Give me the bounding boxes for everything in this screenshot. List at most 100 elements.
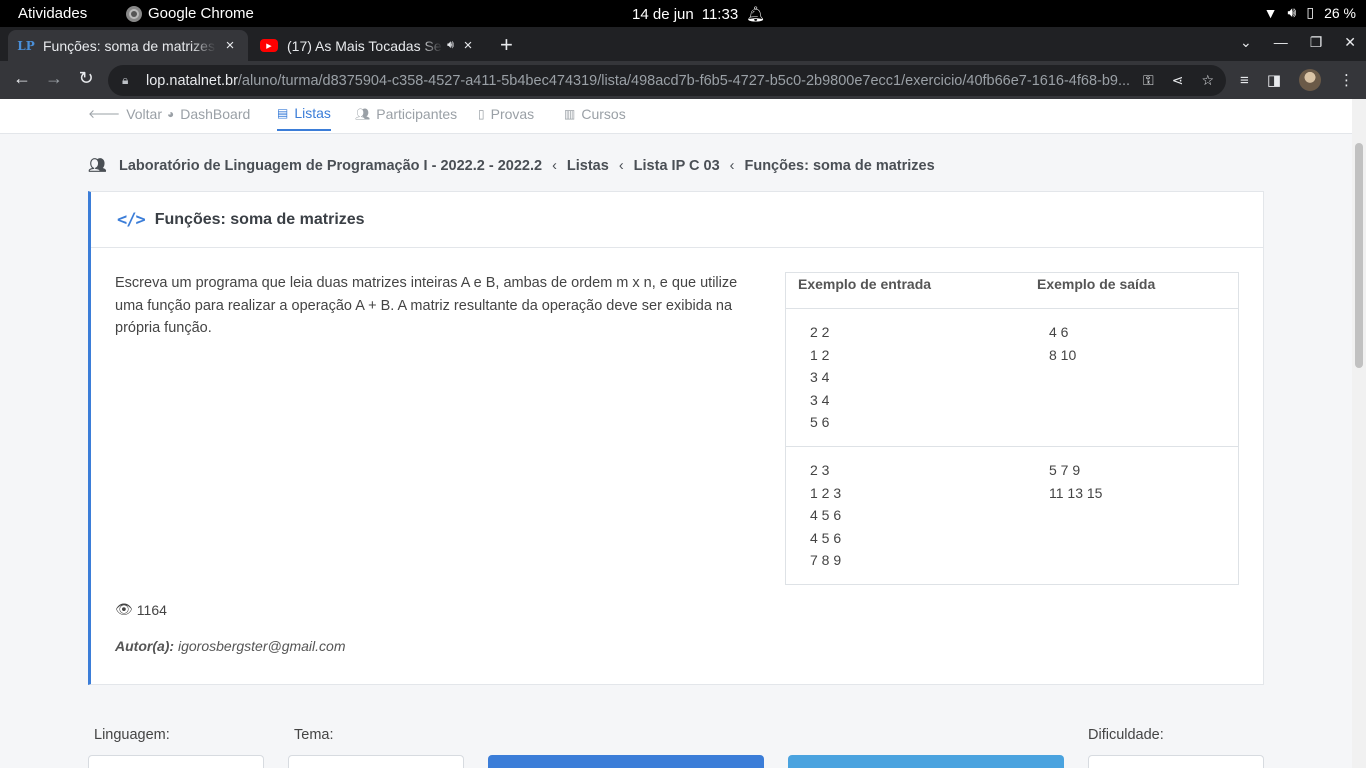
users-icon: 👥︎ — [88, 158, 107, 174]
close-tab-icon[interactable]: × — [222, 37, 238, 54]
subnav-label: Voltar — [126, 105, 162, 122]
date: 14 de jun — [632, 5, 694, 23]
back-icon[interactable]: ← — [10, 68, 34, 89]
view-count-value: 1164 — [136, 601, 167, 618]
battery-icon: ▯ — [1306, 4, 1315, 20]
subnav-cursos[interactable]: ▥ Cursos — [564, 99, 626, 131]
arrow-left-icon: 🡐 — [88, 107, 121, 121]
menu-icon[interactable]: ⋮ — [1339, 71, 1354, 89]
address-bar[interactable]: 🔒︎ lop.natalnet.br/aluno/turma/d8375904-… — [108, 65, 1226, 96]
language-select[interactable] — [88, 755, 264, 768]
lock-icon[interactable]: 🔒︎ — [122, 73, 136, 88]
breadcrumb-course[interactable]: Laboratório de Linguagem de Programação … — [119, 158, 542, 174]
output-line: 8 10 — [1049, 346, 1077, 363]
input-line: 3 4 — [810, 369, 830, 386]
tab-title: Funções: soma de matrizes — [43, 37, 215, 54]
example-row: 2 3 1 2 3 4 5 6 4 5 6 7 8 9 5 7 9 11 13 … — [786, 447, 1238, 584]
chrome-icon — [126, 5, 142, 22]
author-label: Autor(a): — [115, 638, 175, 654]
url-text[interactable]: lop.natalnet.br/aluno/turma/d8375904-c35… — [146, 73, 1143, 89]
new-tab-button[interactable]: + — [500, 32, 520, 58]
url-host: lop.natalnet.br — [146, 72, 238, 89]
subnav-dashboard[interactable]: ◕ DashBoard — [167, 99, 250, 131]
bookmark-star-icon[interactable]: ☆ — [1201, 72, 1214, 89]
tab-search-icon[interactable]: ⌄ — [1240, 34, 1252, 51]
minimize-icon[interactable]: — — [1274, 34, 1288, 51]
activities-button[interactable]: Atividades — [18, 5, 87, 22]
close-window-icon[interactable]: ✕ — [1344, 34, 1356, 51]
system-tray[interactable]: ▼ 🔊︎ ▯ 26 % — [1264, 4, 1356, 21]
tab-youtube[interactable]: ▶ (17) As Mais Tocadas Sertanejo 🔊︎ × — [250, 30, 486, 61]
tab-strip: LP Funções: soma de matrizes × ▶ (17) As… — [0, 27, 1366, 61]
subnav-provas[interactable]: ▯ Provas — [478, 99, 534, 131]
browser-toolbar: ← → ↻ 🔒︎ lop.natalnet.br/aluno/turma/d83… — [0, 61, 1366, 99]
input-line: 3 4 — [810, 391, 830, 408]
breadcrumb-exercise: Funções: soma de matrizes — [744, 157, 935, 174]
system-top-bar: Atividades Google Chrome 14 de jun 11:33… — [0, 0, 1366, 27]
subnav-listas[interactable]: ▤ Listas — [277, 99, 331, 131]
key-icon[interactable]: ⚿ — [1143, 72, 1154, 89]
side-panel-icon[interactable]: ◨ — [1267, 71, 1281, 89]
subnav-label: Cursos — [581, 105, 626, 122]
input-line: 4 5 6 — [810, 529, 842, 546]
youtube-favicon-icon: ▶ — [260, 39, 278, 52]
output-line: 11 13 15 — [1049, 484, 1103, 501]
card-header: </> Funções: soma de matrizes — [91, 192, 1263, 248]
example-input: 2 3 1 2 3 4 5 6 4 5 6 7 8 9 — [786, 459, 1025, 572]
restore-icon[interactable]: ❐ — [1310, 34, 1323, 51]
users-icon: 👥︎ — [355, 106, 371, 121]
breadcrumb: 👥︎ Laboratório de Linguagem de Programaç… — [88, 157, 935, 175]
breadcrumb-listas[interactable]: Listas — [567, 158, 609, 174]
share-icon[interactable]: ⋖ — [1172, 72, 1184, 89]
volume-icon: 🔊︎ — [1287, 4, 1297, 20]
reload-icon[interactable]: ↻ — [74, 68, 98, 89]
output-line: 5 7 9 — [1049, 461, 1081, 478]
profile-avatar[interactable] — [1299, 69, 1321, 91]
pie-chart-icon: ◕ — [167, 106, 175, 121]
battery-percent: 26 % — [1324, 4, 1356, 21]
input-line: 1 2 — [810, 346, 830, 363]
forward-icon[interactable]: → — [42, 68, 66, 89]
input-line: 4 5 6 — [810, 507, 842, 524]
subnav-label: Participantes — [376, 105, 458, 122]
output-header: Exemplo de saída — [1037, 276, 1156, 292]
audio-playing-icon[interactable]: 🔊︎ — [447, 39, 454, 52]
input-line: 2 2 — [810, 324, 830, 340]
subnav-participantes[interactable]: 👥︎ Participantes — [355, 99, 457, 131]
close-tab-icon[interactable]: × — [460, 37, 476, 54]
output-line: 4 6 — [1049, 324, 1069, 340]
language-label: Linguagem: — [94, 727, 170, 743]
secondary-action-button[interactable] — [788, 755, 1064, 768]
breadcrumb-lista[interactable]: Lista IP C 03 — [634, 158, 720, 174]
theme-select[interactable] — [288, 755, 464, 768]
input-header: Exemplo de entrada — [798, 276, 932, 292]
scrollbar-thumb[interactable] — [1355, 143, 1363, 368]
example-output: 5 7 9 11 13 15 — [1025, 459, 1238, 572]
theme-label: Tema: — [294, 727, 334, 743]
app-menu[interactable]: Google Chrome — [126, 5, 254, 22]
primary-action-button[interactable] — [488, 755, 764, 768]
course-subnav: 🡐 Voltar ◕ DashBoard ▤ Listas 👥︎ Participant… — [0, 99, 1352, 134]
file-icon: ▤ — [277, 105, 289, 120]
time: 11:33 — [701, 5, 739, 23]
example-output: 4 6 8 10 — [1025, 321, 1238, 434]
subnav-voltar[interactable]: 🡐 Voltar — [88, 99, 162, 131]
document-icon: ▯ — [478, 106, 485, 121]
input-line: 7 8 9 — [810, 552, 842, 569]
chevron-left-icon: ‹ — [618, 157, 624, 174]
exercise-title: Funções: soma de matrizes — [154, 210, 365, 228]
tab-title: (17) As Mais Tocadas Sertanejo — [287, 37, 443, 54]
page-scrollbar[interactable] — [1352, 99, 1366, 768]
example-input: 2 2 1 2 3 4 3 4 5 6 — [786, 321, 1025, 434]
subnav-label: Provas — [490, 105, 535, 122]
examples-table: Exemplo de entrada Exemplo de saída 2 2 … — [785, 272, 1239, 585]
difficulty-select[interactable] — [1088, 755, 1264, 768]
code-icon: </> — [117, 209, 146, 230]
reading-list-icon[interactable]: ≡ — [1240, 72, 1249, 89]
tab-exercise[interactable]: LP Funções: soma de matrizes × — [8, 30, 248, 61]
example-row: 2 2 1 2 3 4 3 4 5 6 4 6 8 10 — [786, 309, 1238, 447]
clock[interactable]: 14 de jun 11:33 🔔︎ — [632, 5, 765, 24]
exercise-statement: Escreva um programa que leia duas matriz… — [115, 275, 738, 336]
input-line: 2 3 — [810, 461, 830, 478]
building-icon: ▥ — [564, 106, 576, 121]
